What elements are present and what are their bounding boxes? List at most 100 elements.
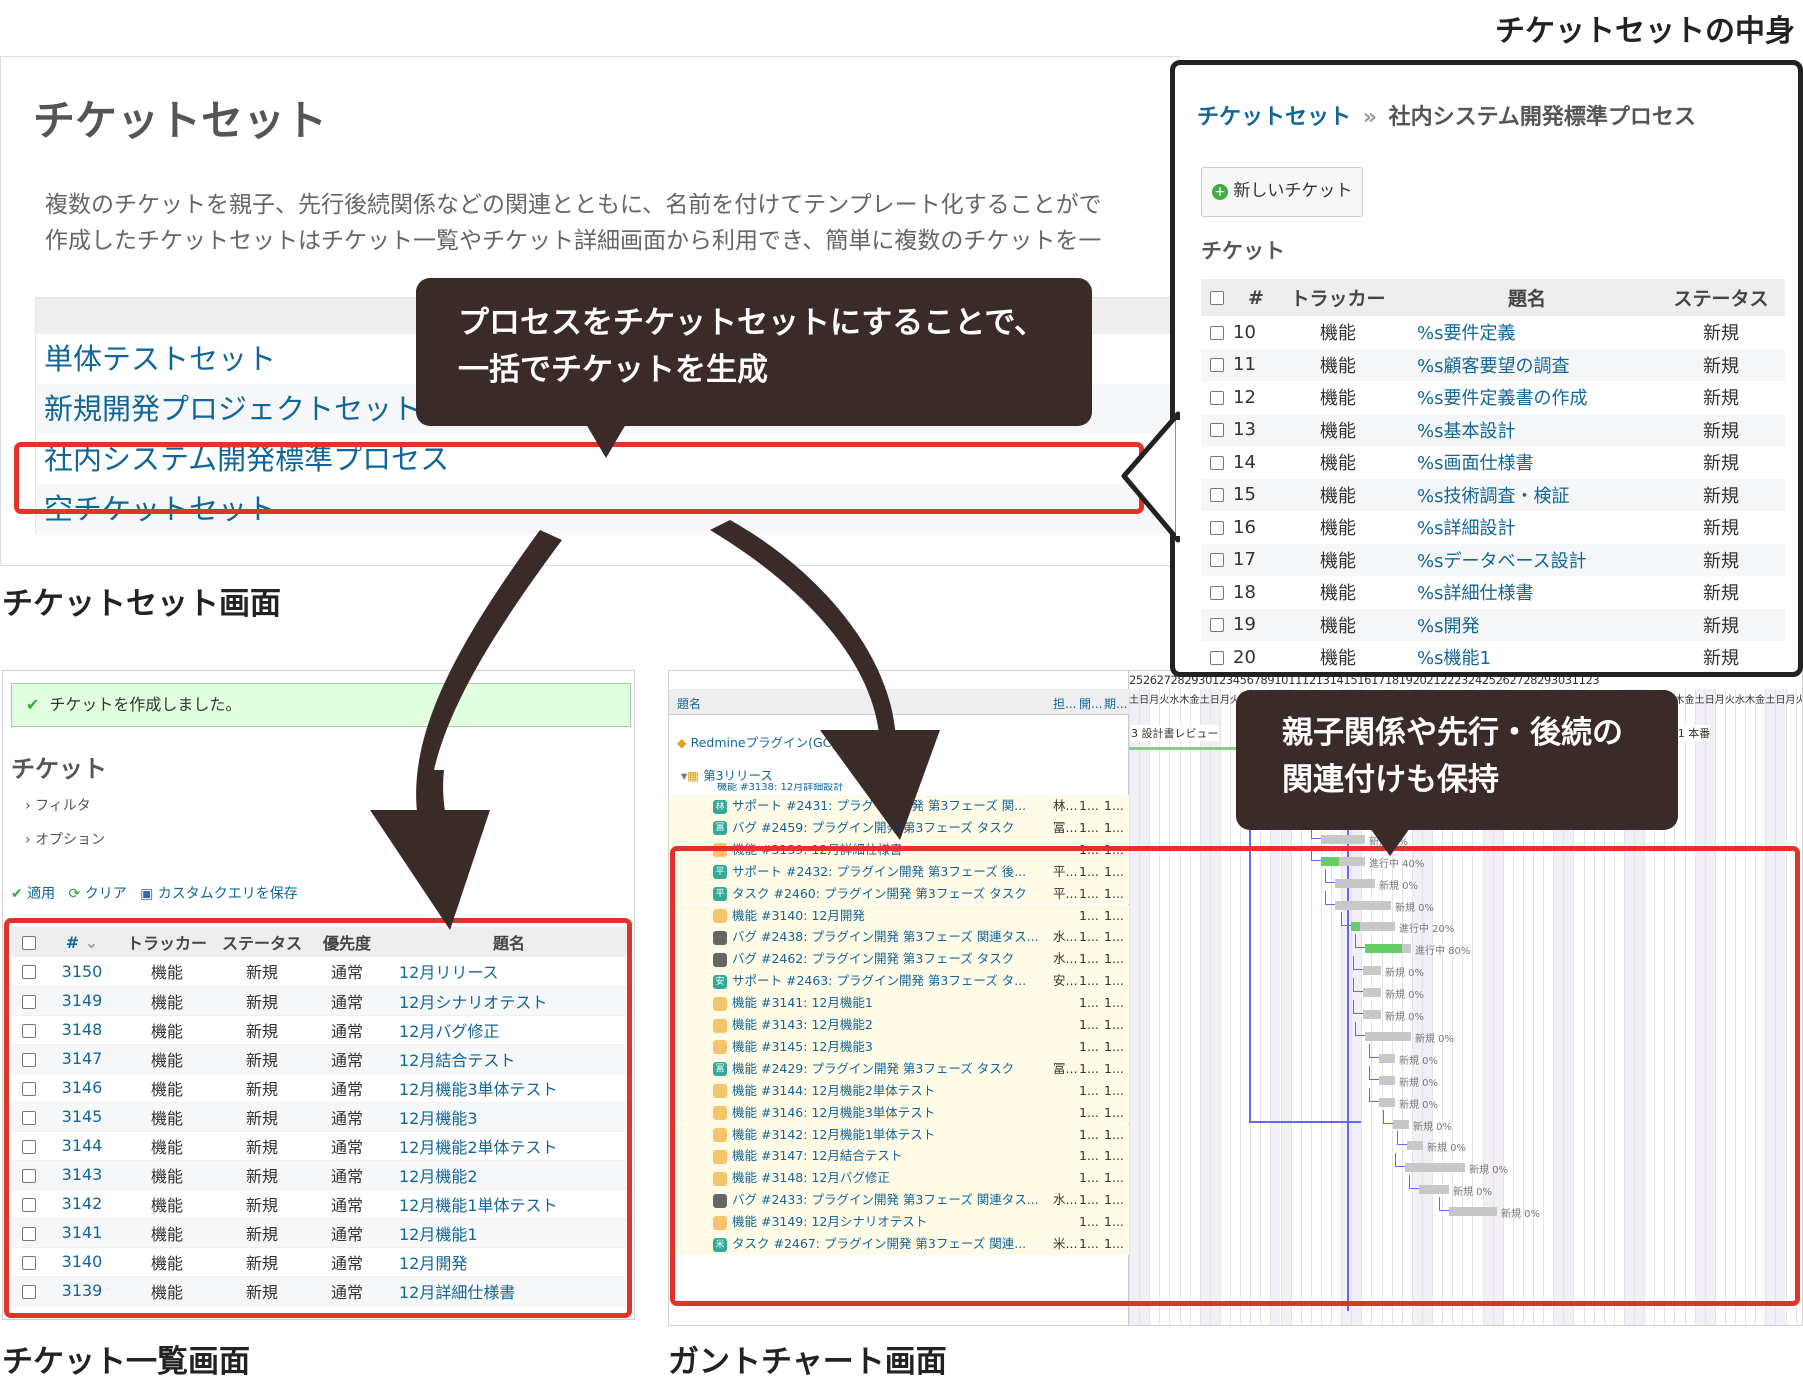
popup-ticket-row[interactable]: 13 機能 %s基本設計 新規 [1201, 413, 1785, 446]
relation-callout: 親子関係や先行・後続の 関連付けも保持 [1236, 690, 1678, 830]
popup-col-status: ステータス [1657, 279, 1785, 316]
popup-ticket-subject-link[interactable]: %s基本設計 [1397, 413, 1657, 446]
popup-ticket-row[interactable]: 15 機能 %s技術調査・検証 新規 [1201, 478, 1785, 511]
popup-ticket-id: 13 [1233, 413, 1279, 446]
popup-ticket-row[interactable]: 18 機能 %s詳細仕様書 新規 [1201, 576, 1785, 609]
popup-ticket-row[interactable]: 17 機能 %sデータベース設計 新規 [1201, 543, 1785, 576]
project-icon: ◆ [677, 735, 687, 750]
popup-ticket-subject-link[interactable]: %s開発 [1397, 608, 1657, 641]
popup-ticket-tracker: 機能 [1320, 583, 1356, 605]
ticket-set-highlight [14, 442, 1144, 514]
row-checkbox[interactable] [1201, 381, 1233, 414]
row-checkbox[interactable] [1201, 316, 1233, 349]
breadcrumb-current: 社内システム開発標準プロセス [1388, 105, 1696, 130]
popup-ticket-tracker: 機能 [1279, 413, 1397, 446]
popup-ticket-subject-link[interactable]: %s要件定義書の作成 [1397, 381, 1657, 414]
gantt-highlight [670, 846, 1800, 1306]
popup-ticket-id: 17 [1233, 543, 1279, 576]
row-checkbox[interactable] [1201, 348, 1233, 381]
process-callout-tail [586, 424, 626, 458]
popup-ticket-subject-link[interactable]: %s要件定義 [1397, 316, 1657, 349]
row-checkbox[interactable] [1201, 641, 1233, 672]
popup-ticket-row[interactable]: 20 機能 %s機能1 新規 [1201, 641, 1785, 672]
gantt-review-label: 3 設計書レビュー [1131, 725, 1219, 741]
popup-col-id: # [1233, 279, 1279, 316]
popup-ticket-id: 19 [1233, 608, 1279, 641]
caption-gantt-screen: ガントチャート画面 [668, 1344, 947, 1380]
caption-ticket-set-screen: チケットセット画面 [2, 586, 281, 622]
popup-ticket-tracker: 機能 [1279, 543, 1397, 576]
popup-ticket-status: 新規 [1703, 388, 1739, 410]
popup-ticket-tracker: 機能 [1320, 518, 1356, 540]
options-toggle[interactable]: › オプション [25, 829, 105, 849]
popup-select-all-checkbox[interactable] [1201, 279, 1233, 316]
popup-ticket-table: # トラッカー 題名 ステータス 10 機能 %s要件定義 新規 11 機能 %s顧客要望の… [1201, 279, 1785, 672]
row-checkbox[interactable] [1201, 576, 1233, 609]
popup-ticket-row[interactable]: 11 機能 %s顧客要望の調査 新規 [1201, 348, 1785, 381]
popup-ticket-subject-link[interactable]: %s画面仕様書 [1397, 446, 1657, 479]
apply-button[interactable]: ✔ 適用 [11, 886, 55, 902]
popup-ticket-row[interactable]: 16 機能 %s詳細設計 新規 [1201, 511, 1785, 544]
breadcrumb-ticket-set-link[interactable]: チケットセット [1197, 105, 1351, 130]
row-checkbox[interactable] [1201, 608, 1233, 641]
save-icon: ▣ [140, 886, 154, 902]
add-icon: + [1212, 184, 1228, 200]
popup-ticket-tracker: 機能 [1279, 608, 1397, 641]
popup-ticket-tracker: 機能 [1279, 348, 1397, 381]
popup-ticket-row[interactable]: 19 機能 %s開発 新規 [1201, 608, 1785, 641]
ticket-list-highlight [4, 918, 632, 1318]
filter-toggle[interactable]: › フィルタ [25, 795, 91, 815]
popup-ticket-id: 20 [1233, 646, 1256, 668]
popup-ticket-tracker: 機能 [1320, 388, 1356, 410]
popup-ticket-status: 新規 [1657, 348, 1785, 381]
popup-ticket-subject-link[interactable]: %s顧客要望の調査 [1397, 348, 1657, 381]
popup-ticket-tracker: 機能 [1279, 478, 1397, 511]
relation-callout-tail [1370, 828, 1410, 856]
popup-ticket-subject-link[interactable]: %sデータベース設計 [1397, 543, 1657, 576]
clear-button[interactable]: ⟳ クリア [69, 886, 127, 902]
popup-ticket-id: 10 [1233, 321, 1256, 343]
row-checkbox[interactable] [1201, 543, 1233, 576]
popup-ticket-tracker: 機能 [1320, 648, 1356, 670]
row-checkbox[interactable] [1201, 511, 1233, 544]
ticket-set-description-1: 複数のチケットを親子、先行後続関係などの関連とともに、名前を付けてテンプレート化… [45, 192, 1102, 218]
popup-ticket-status: 新規 [1657, 543, 1785, 576]
arrow-to-ticket-list [370, 530, 562, 930]
popup-ticket-id: 16 [1233, 516, 1256, 538]
popup-section-title: チケット [1201, 239, 1285, 263]
popup-ticket-row[interactable]: 12 機能 %s要件定義書の作成 新規 [1201, 381, 1785, 414]
popup-ticket-tracker: 機能 [1320, 453, 1356, 475]
popup-ticket-status: 新規 [1703, 323, 1739, 345]
row-checkbox[interactable] [1201, 446, 1233, 479]
breadcrumb: チケットセット » 社内システム開発標準プロセス [1197, 105, 1696, 130]
popup-ticket-tracker: 機能 [1320, 323, 1356, 345]
popup-ticket-row[interactable]: 14 機能 %s画面仕様書 新規 [1201, 446, 1785, 479]
popup-ticket-subject-link[interactable]: %s機能1 [1397, 641, 1657, 672]
row-checkbox[interactable] [1201, 478, 1233, 511]
ticket-set-popup: チケットセット » 社内システム開発標準プロセス + 新しいチケット チケット … [1170, 60, 1803, 677]
caption-ticket-list-screen: チケット一覧画面 [2, 1344, 250, 1380]
arrow-to-gantt [710, 520, 940, 840]
ticket-list-title: チケット [11, 755, 107, 783]
popup-ticket-id: 12 [1233, 386, 1256, 408]
popup-ticket-id: 11 [1233, 348, 1279, 381]
package-icon: ▦ [687, 768, 700, 783]
caption-ticket-set-contents: チケットセットの中身 [1495, 14, 1795, 49]
row-checkbox[interactable] [1201, 413, 1233, 446]
query-actions: ✔ 適用 ⟳ クリア ▣ カスタムクエリを保存 [11, 883, 298, 903]
process-callout: プロセスをチケットセットにすることで、 一括でチケットを生成 [416, 278, 1092, 426]
popup-ticket-status: 新規 [1703, 583, 1739, 605]
popup-ticket-status: 新規 [1703, 453, 1739, 475]
popup-ticket-subject-link[interactable]: %s詳細設計 [1397, 511, 1657, 544]
check-icon: ✔ [11, 886, 23, 902]
popup-ticket-status: 新規 [1703, 648, 1739, 670]
popup-ticket-subject-link[interactable]: %s技術調査・検証 [1397, 478, 1657, 511]
chevron-right-icon: › [25, 798, 31, 814]
popup-ticket-subject-link[interactable]: %s詳細仕様書 [1397, 576, 1657, 609]
popup-col-subject: 題名 [1397, 279, 1657, 316]
popup-ticket-id: 14 [1233, 451, 1256, 473]
new-ticket-button[interactable]: + 新しいチケット [1201, 167, 1363, 217]
popup-ticket-row[interactable]: 10 機能 %s要件定義 新規 [1201, 316, 1785, 349]
save-query-button[interactable]: ▣ カスタムクエリを保存 [140, 886, 298, 902]
popup-ticket-id: 15 [1233, 478, 1279, 511]
